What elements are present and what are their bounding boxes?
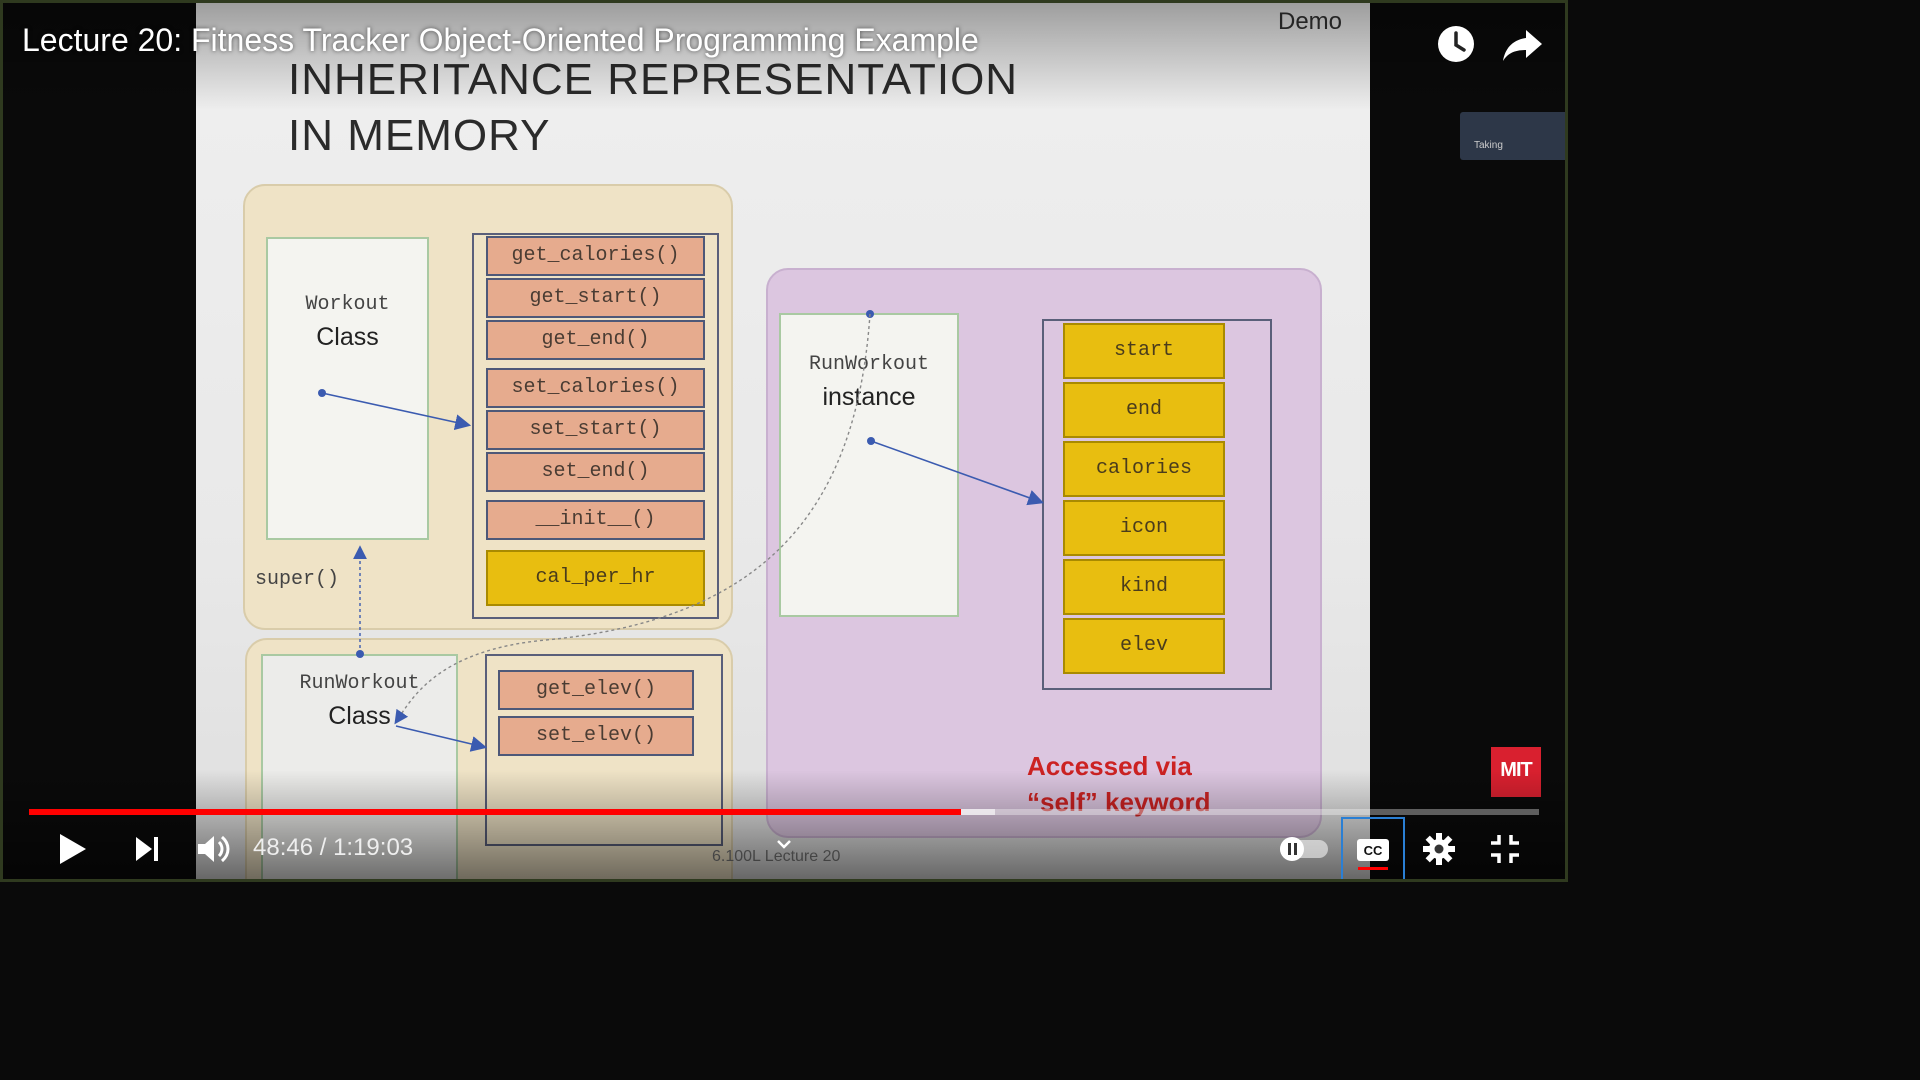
instance-attr-5: elev <box>1063 618 1225 674</box>
slide-title-line1: INHERITANCE REPRESENTATION <box>288 55 1019 104</box>
share-arrow-icon[interactable] <box>1500 22 1544 66</box>
workout-method-4: set_start() <box>486 410 705 450</box>
clock-icon[interactable] <box>1434 22 1478 66</box>
instance-attr-4: kind <box>1063 559 1225 615</box>
workout-method-2: get_end() <box>486 320 705 360</box>
workout-attr-cal-per-hr: cal_per_hr <box>486 550 705 606</box>
next-icon[interactable] <box>124 826 170 872</box>
svg-text:CC: CC <box>1364 843 1383 858</box>
workout-method-0: get_calories() <box>486 236 705 276</box>
gear-icon[interactable] <box>1416 826 1462 872</box>
runworkout-class-name: RunWorkout <box>299 672 420 695</box>
workout-class-box: Workout Class <box>266 237 429 540</box>
video-title[interactable]: Lecture 20: Fitness Tracker Object-Orien… <box>22 22 979 59</box>
time-display: 48:46 / 1:19:03 <box>253 834 414 861</box>
workout-method-5: set_end() <box>486 452 705 492</box>
instance-box: RunWorkout instance <box>779 313 959 617</box>
workout-class-name: Workout <box>305 293 390 316</box>
workout-method-6: __init__() <box>486 500 705 540</box>
workout-method-1: get_start() <box>486 278 705 318</box>
runworkout-method-0: get_elev() <box>498 670 694 710</box>
channel-logo-text: MIT <box>1500 759 1532 781</box>
instance-attr-3: icon <box>1063 500 1225 556</box>
slide: Demo INHERITANCE REPRESENTATION IN MEMOR… <box>196 0 1370 882</box>
workout-method-3: set_calories() <box>486 368 705 408</box>
slide-title: INHERITANCE REPRESENTATION IN MEMORY <box>288 52 1018 164</box>
cc-icon: CC <box>1357 839 1389 870</box>
slide-title-line2: IN MEMORY <box>288 111 551 160</box>
mini-thumbnail: Taking <box>1460 112 1568 160</box>
autoplay-toggle-icon[interactable] <box>1276 826 1332 872</box>
exit-fullscreen-icon[interactable] <box>1482 826 1528 872</box>
instance-attr-0: start <box>1063 323 1225 379</box>
instance-name: RunWorkout <box>808 353 930 376</box>
super-label: super() <box>255 568 340 591</box>
demo-label: Demo <box>1278 8 1343 35</box>
channel-logo[interactable]: MIT <box>1491 747 1541 797</box>
play-icon[interactable] <box>50 826 96 872</box>
runworkout-method-1: set_elev() <box>498 716 694 756</box>
instance-kind: instance <box>822 383 916 411</box>
captions-button[interactable]: CC <box>1341 817 1405 881</box>
runworkout-class-kind: Class <box>328 702 391 730</box>
chevron-down-icon[interactable] <box>772 834 796 854</box>
mini-thumbnail-text: Taking <box>1474 140 1503 151</box>
volume-icon[interactable] <box>190 826 236 872</box>
progress-bar[interactable] <box>29 809 1539 815</box>
instance-attr-2: calories <box>1063 441 1225 497</box>
accessed-line1: Accessed via <box>1027 751 1192 781</box>
workout-class-kind: Class <box>316 323 379 351</box>
progress-played <box>29 809 961 815</box>
instance-attr-1: end <box>1063 382 1225 438</box>
